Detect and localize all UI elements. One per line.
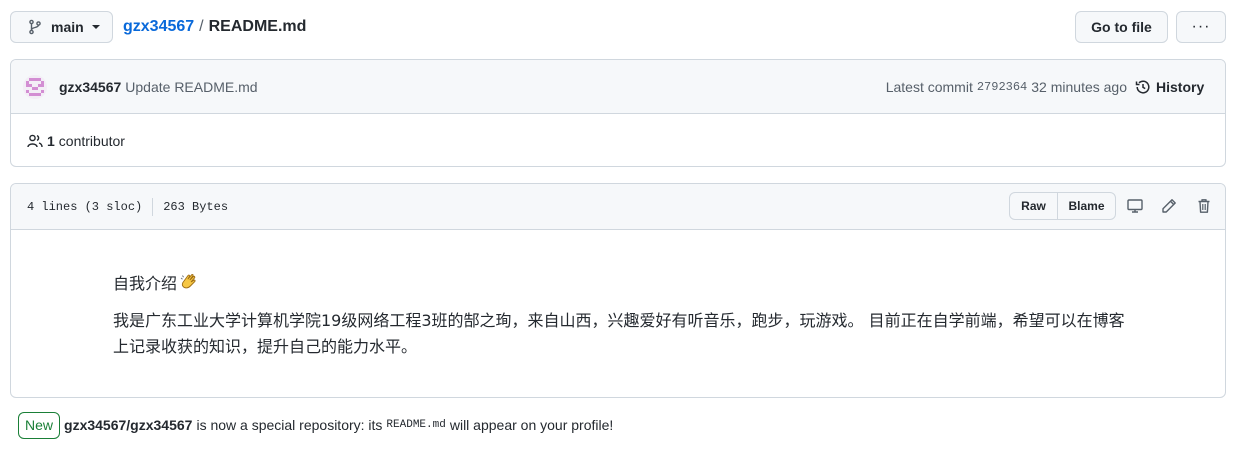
branch-name: main	[51, 19, 84, 35]
clapping-hands-icon	[179, 272, 199, 292]
readme-paragraph: 我是广东工业大学计算机学院19级网络工程3班的郜之珣，来自山西，兴趣爱好有听音乐…	[113, 311, 1125, 356]
pencil-icon[interactable]	[1160, 197, 1178, 215]
contributor-label: contributor	[58, 132, 125, 149]
notice-text-before: is now a special repository: its	[196, 417, 383, 433]
contributors-row[interactable]: 1 contributor	[11, 114, 1225, 166]
breadcrumb: gzx34567 / README.md	[123, 11, 306, 43]
latest-commit-box: gzx34567 Update README.md Latest commit …	[10, 59, 1226, 167]
commit-sha-link[interactable]: 2792364	[977, 80, 1027, 94]
file-viewer: 4 lines (3 sloc) 263 Bytes Raw Blame 自我介…	[10, 183, 1226, 398]
commit-message-link[interactable]: Update README.md	[125, 79, 257, 95]
more-options-button[interactable]: ···	[1176, 11, 1226, 43]
history-link[interactable]: History	[1135, 60, 1221, 114]
file-lines: 4 lines (3 sloc)	[27, 200, 143, 214]
blame-button[interactable]: Blame	[1058, 193, 1115, 219]
notice-text-after: will appear on your profile!	[449, 417, 614, 433]
breadcrumb-separator: /	[199, 18, 204, 35]
commit-meta: Latest commit 2792364 32 minutes ago	[886, 60, 1127, 114]
branch-select-button[interactable]: main	[10, 11, 113, 43]
breadcrumb-repo-link[interactable]: gzx34567	[123, 18, 194, 36]
trash-icon[interactable]	[1195, 197, 1213, 215]
chevron-down-icon	[91, 25, 100, 29]
file-info: 4 lines (3 sloc) 263 Bytes	[27, 184, 228, 230]
file-navigation: main gzx34567 / README.md Go to file ···	[10, 11, 1226, 43]
commit-author-link[interactable]: gzx34567	[59, 79, 121, 95]
raw-button[interactable]: Raw	[1010, 193, 1058, 219]
desktop-icon[interactable]	[1126, 197, 1144, 215]
readme-heading: 自我介绍	[113, 270, 199, 294]
notice-code: README.md	[386, 419, 446, 431]
repo-full-name: gzx34567/gzx34567	[64, 417, 193, 433]
kebab-horizontal-icon: ···	[1191, 18, 1211, 35]
history-label: History	[1156, 79, 1205, 95]
avatar[interactable]	[23, 75, 47, 99]
go-to-file-button[interactable]: Go to file	[1075, 11, 1168, 43]
contributor-count: 1	[47, 132, 55, 149]
commit-header: gzx34567 Update README.md Latest commit …	[11, 60, 1225, 114]
file-info-divider	[152, 198, 154, 216]
file-size: 263 Bytes	[163, 200, 229, 214]
commit-time: 32 minutes ago	[1031, 79, 1127, 95]
readme-content: 自我介绍 我是广东工业大学计算机学院19级网络工程3班的郜之珣，来自山西，兴趣爱…	[11, 230, 1225, 397]
special-repo-notice: New gzx34567/gzx34567 is now a special r…	[18, 411, 613, 439]
raw-blame-button-group: Raw Blame	[1009, 192, 1116, 220]
breadcrumb-file-name: README.md	[208, 18, 307, 35]
people-icon	[27, 133, 43, 149]
new-badge: New	[18, 411, 61, 439]
file-header: 4 lines (3 sloc) 263 Bytes Raw Blame	[11, 184, 1225, 230]
latest-commit-label: Latest commit	[885, 79, 973, 95]
history-icon	[1135, 79, 1151, 95]
git-branch-icon	[27, 19, 43, 35]
readme-title-text: 自我介绍	[113, 274, 178, 293]
commit-message: gzx34567 Update README.md	[59, 60, 258, 114]
